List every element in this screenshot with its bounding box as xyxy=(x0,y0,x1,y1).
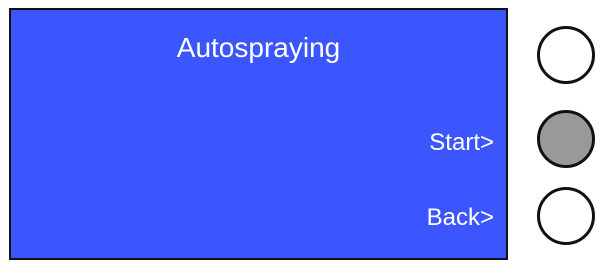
back-softkey-button[interactable] xyxy=(537,187,595,245)
start-softkey-button[interactable] xyxy=(537,110,595,168)
screen-title: Autospraying xyxy=(176,32,341,63)
softkey-label-back: Back> xyxy=(426,204,494,231)
top-softkey-button[interactable] xyxy=(537,26,595,84)
softkey-label-start: Start> xyxy=(429,129,494,156)
display-screen: Autospraying Start> Back> xyxy=(9,8,508,260)
